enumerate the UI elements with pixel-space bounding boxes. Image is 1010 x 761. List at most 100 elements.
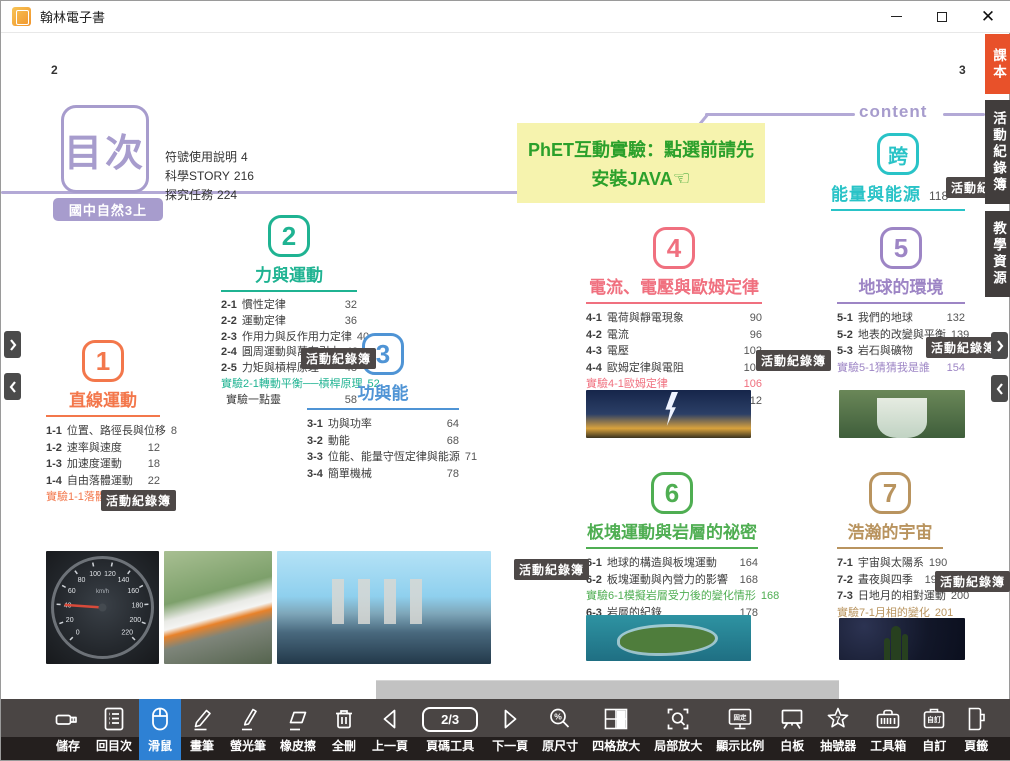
toolbar-item-trash[interactable]: 全刪	[323, 699, 365, 760]
svg-text:0: 0	[76, 630, 80, 637]
decorative-line	[705, 113, 855, 116]
app-title: 翰林電子書	[40, 7, 105, 26]
svg-text:180: 180	[132, 603, 144, 610]
toc-entry[interactable]: 4-3 電壓 102	[586, 343, 762, 360]
toolbar-item-star-number[interactable]: 7 抽號器	[813, 699, 863, 760]
svg-text:固定: 固定	[734, 713, 748, 722]
toolbar-item-toolbox[interactable]: 工具箱	[863, 699, 913, 760]
activity-book-badge[interactable]: 活動紀錄簿	[514, 559, 589, 580]
left-edge-back-button[interactable]	[4, 373, 21, 400]
toolbar-item-page-number-box[interactable]: 2/3 頁碼工具	[415, 699, 485, 760]
region-zoom-icon	[664, 702, 692, 736]
phet-notice-line2: 安裝JAVA☜	[591, 165, 690, 191]
toc-entry[interactable]: 4-2 電流 96	[586, 327, 762, 344]
toc-entry[interactable]: 實驗6-1 模擬岩層受力後的變化情形 168	[586, 588, 758, 605]
toolbar-item-highlighter[interactable]: 螢光筆	[223, 699, 273, 760]
front-matter-entry[interactable]: 科學STORY 216	[165, 167, 254, 186]
toc-entry[interactable]: 6-1 地球的構造與板塊運動 164	[586, 555, 758, 572]
toc-entry[interactable]: 4-1 電荷與靜電現象 90	[586, 310, 762, 327]
toc-entry[interactable]: 3-3 位能、能量守恆定律與能源 71	[307, 449, 459, 466]
right-edge-forward-button[interactable]	[991, 332, 1008, 359]
svg-text:km/h: km/h	[96, 589, 109, 595]
toolbar-item-toc[interactable]: 回目次	[89, 699, 139, 760]
toc-entry[interactable]: 4-4 歐姆定律與電阻 105	[586, 360, 762, 377]
svg-text:20: 20	[66, 617, 74, 624]
toolbar-item-region-zoom[interactable]: 局部放大	[647, 699, 709, 760]
toolbar-item-pen[interactable]: 畫筆	[181, 699, 223, 760]
chapter-2-title[interactable]: 力與運動	[221, 261, 357, 286]
toc-entry[interactable]: 7-1 宇宙與太陽系 190	[837, 555, 943, 572]
toc-entry[interactable]: 3-1 功與功率 64	[307, 416, 459, 433]
right-edge-back-button[interactable]	[991, 375, 1008, 402]
activity-book-badge[interactable]: 活動紀錄簿	[756, 350, 831, 371]
toc-entry[interactable]: 1-3 加速度運動 18	[46, 456, 160, 473]
toolbar-item-display-ratio[interactable]: 固定 顯示比例	[709, 699, 771, 760]
phet-notice[interactable]: PhET互動實驗：點選前請先 安裝JAVA☜	[517, 123, 765, 203]
chapter-cross-title[interactable]: 能量與能源	[831, 180, 921, 205]
chevron-left-icon	[995, 381, 1005, 397]
toolbar-item-four-grid[interactable]: 四格放大	[585, 699, 647, 760]
close-button[interactable]: ✕	[965, 1, 1010, 33]
tab-activity-book[interactable]: 活動紀錄簿	[985, 100, 1010, 204]
toc-entry[interactable]: 6-2 板塊運動與內營力的影響 168	[586, 572, 758, 589]
toolbar-item-bookmark[interactable]: 頁籤	[955, 699, 997, 760]
activity-book-badge[interactable]: 活動紀錄簿	[301, 348, 376, 369]
toc-entry[interactable]: 2-2 運動定律 36	[221, 314, 357, 330]
toolbar-item-zoom-percent[interactable]: % 原尺寸	[535, 699, 585, 760]
toolbar-item-usb-save[interactable]: 儲存	[47, 699, 89, 760]
toc-entry[interactable]: 1-4 自由落體運動 22	[46, 473, 160, 490]
usb-save-icon	[54, 702, 82, 736]
chapter-7-title[interactable]: 浩瀚的宇宙	[837, 518, 943, 543]
toolbar-item-mouse[interactable]: 滑鼠	[139, 699, 181, 760]
chapter-2-number-icon: 2	[268, 215, 310, 257]
toc-entry[interactable]: 7-3 日地月的相對運動 200	[837, 588, 943, 605]
svg-text:160: 160	[127, 588, 139, 595]
toolbox-icon	[874, 702, 902, 736]
tab-textbook[interactable]: 課本	[985, 34, 1010, 94]
chapter-7-block: 7 浩瀚的宇宙 7-1 宇宙與太陽系 190 7-2 晝夜與四季 196 7-3…	[837, 472, 943, 638]
island-aerial-photo	[586, 615, 751, 661]
minimize-button[interactable]	[873, 1, 919, 33]
tab-teaching-resources[interactable]: 教學資源	[985, 211, 1010, 297]
front-matter-entry[interactable]: 探究任務 224	[165, 186, 254, 205]
svg-text:200: 200	[129, 617, 141, 624]
toc-entry[interactable]: 7-2 晝夜與四季 196	[837, 572, 943, 589]
activity-book-badge[interactable]: 活動紀錄簿	[926, 337, 1001, 358]
svg-text:120: 120	[104, 571, 116, 578]
horizontal-scrollbar[interactable]	[376, 680, 839, 700]
activity-book-badge[interactable]: 活動紀錄簿	[101, 490, 176, 511]
eraser-icon	[284, 702, 312, 736]
toc-entry[interactable]: 1-1 位置、路徑長與位移 8	[46, 423, 160, 440]
chapter-7-number-icon: 7	[869, 472, 911, 514]
toolbar-item-custom[interactable]: 自訂 自訂	[913, 699, 955, 760]
toolbar-item-eraser[interactable]: 橡皮擦	[273, 699, 323, 760]
toc-icon	[100, 702, 128, 736]
chapter-rule	[837, 302, 965, 304]
maximize-button[interactable]	[919, 1, 965, 33]
chapter-5-title[interactable]: 地球的環境	[837, 273, 965, 298]
toolbar-item-whiteboard[interactable]: 白板	[771, 699, 813, 760]
toc-entry[interactable]: 1-2 速率與速度 12	[46, 440, 160, 457]
toolbar-item-next-page[interactable]: 下一頁	[485, 699, 535, 760]
chapter-rule	[837, 547, 943, 549]
prev-page-icon	[376, 702, 404, 736]
chapter-6-title[interactable]: 板塊運動與岩層的祕密	[586, 518, 758, 543]
page-number-box: 2/3	[422, 702, 478, 736]
toolbar-item-prev-page[interactable]: 上一頁	[365, 699, 415, 760]
pen-icon	[188, 702, 216, 736]
chapter-3-title[interactable]: 功與能	[307, 379, 459, 404]
toc-entry[interactable]: 2-1 慣性定律 32	[221, 298, 357, 314]
star-number-icon: 7	[824, 702, 852, 736]
toc-entry[interactable]: 實驗5-1 猜猜我是誰 154	[837, 360, 965, 377]
toc-entry[interactable]: 5-1 我們的地球 132	[837, 310, 965, 327]
left-edge-forward-button[interactable]	[4, 331, 21, 358]
bottom-toolbar: 儲存 回目次 滑鼠 畫筆 螢光筆 橡皮擦 全刪 上一頁 2/3 頁碼工具 下一	[1, 699, 1010, 760]
front-matter-entry[interactable]: 符號使用說明 4	[165, 148, 254, 167]
title-bar: 翰林電子書 ✕	[1, 1, 1010, 33]
toc-entry[interactable]: 3-2 動能 68	[307, 433, 459, 450]
chapter-1-title[interactable]: 直線運動	[46, 386, 160, 411]
chapter-4-title[interactable]: 電流、電壓與歐姆定律	[586, 273, 762, 298]
toc-entry[interactable]: 3-4 簡單機械 78	[307, 466, 459, 483]
chevron-right-icon	[8, 337, 18, 353]
activity-book-badge[interactable]: 活動紀錄簿	[935, 571, 1010, 592]
